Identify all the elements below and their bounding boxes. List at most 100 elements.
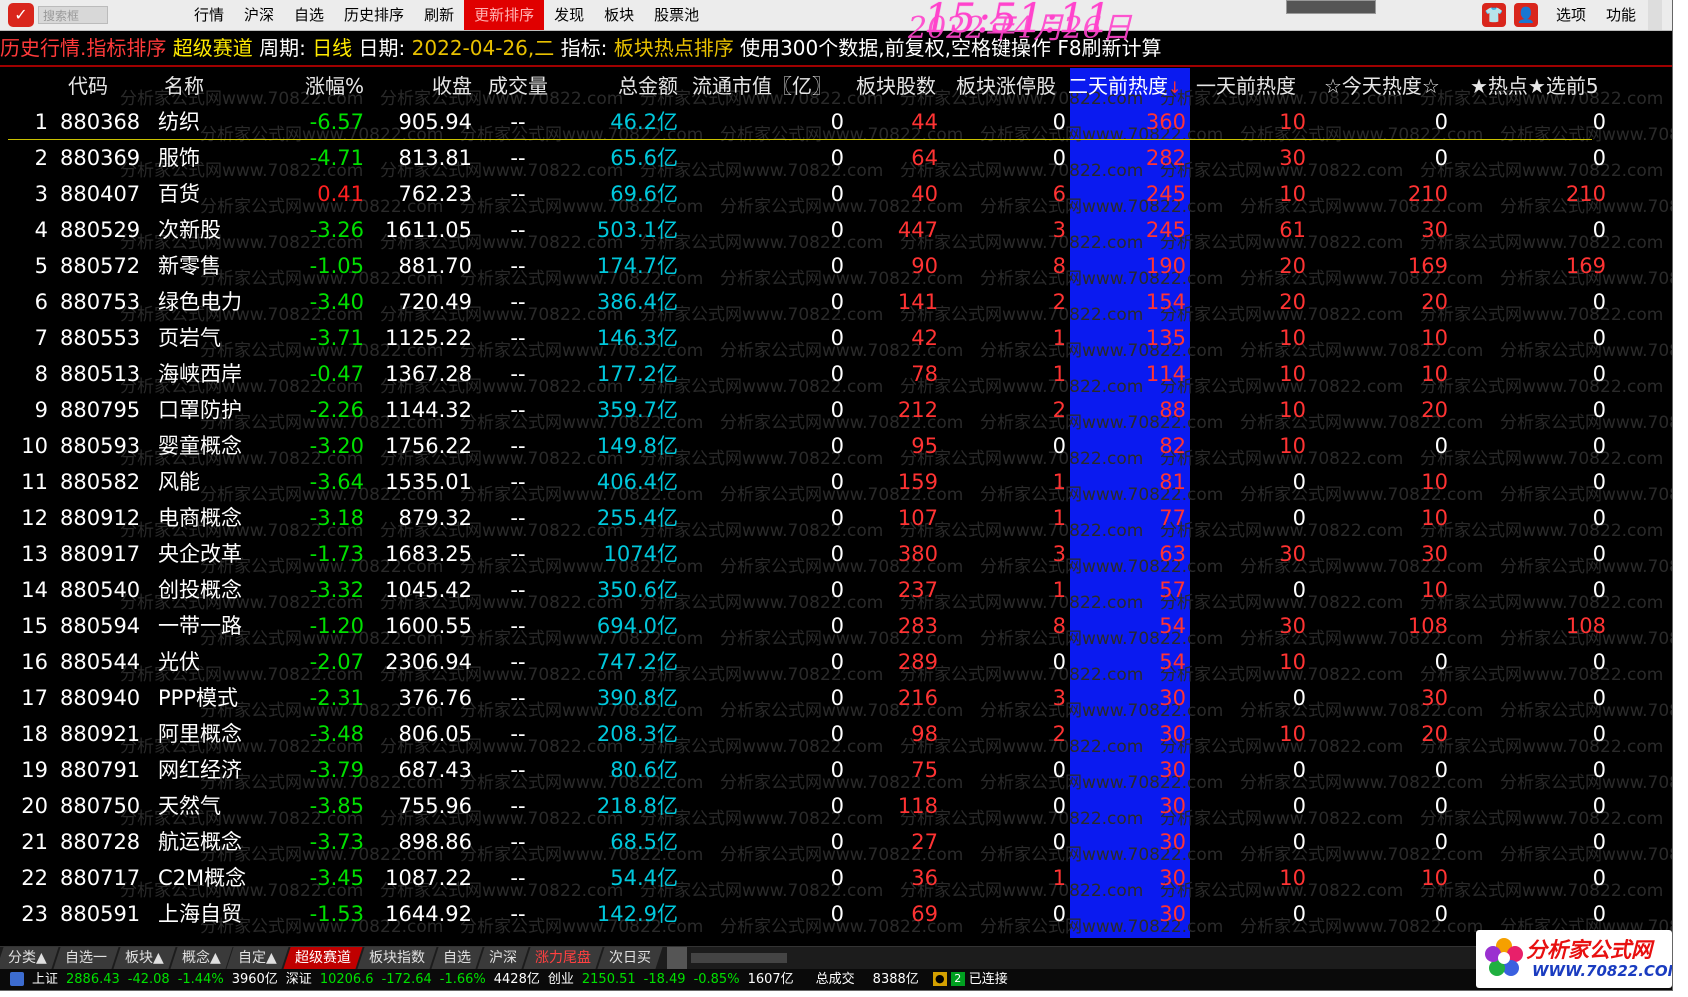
table-row[interactable]: 4 880529 次新股 -3.26 1611.05 -- 503.1亿 0 447 3 245 61… bbox=[0, 212, 1672, 248]
menu-items: 行情 沪深 自选 历史排序 刷新 更新排序 发现 板块 股票池 bbox=[184, 0, 709, 30]
table-row[interactable]: 2 880369 服饰 -4.71 813.81 -- 65.6亿 0 64 0 282 30 0 0 bbox=[0, 140, 1672, 176]
sector-code: 880791 bbox=[60, 758, 141, 782]
monitor-icon[interactable] bbox=[10, 972, 24, 986]
table-row[interactable]: 1 880368 纺织 -6.57 905.94 -- 46.2亿 0 44 0 360 10 0 0 bbox=[0, 104, 1672, 140]
menu-item[interactable]: 自选 bbox=[284, 0, 334, 30]
table-row[interactable]: 21 880728 航运概念 -3.73 898.86 -- 68.5亿 0 27 0 30 0 0 0 bbox=[0, 824, 1672, 860]
heat-2d: 30 bbox=[1159, 902, 1186, 926]
row-index: 22 bbox=[21, 866, 48, 890]
tab-9[interactable]: 涨力尾盘 bbox=[523, 947, 603, 969]
alert-icon[interactable]: ● bbox=[932, 972, 947, 986]
col-header-heat-today[interactable]: ☆今天热度☆ bbox=[1324, 68, 1454, 104]
table-row[interactable]: 5 880572 新零售 -1.05 881.70 -- 174.7亿 0 90 8 190 20 16… bbox=[0, 248, 1672, 284]
sh-percent: -1.44% bbox=[177, 972, 224, 987]
row-index: 10 bbox=[21, 434, 48, 458]
tab-5[interactable]: 超级赛道 bbox=[283, 947, 363, 969]
col-header-heat-2d[interactable]: 二天前热度↓ bbox=[1068, 68, 1190, 104]
col-header-stock-count[interactable]: 板块股数 bbox=[856, 68, 956, 104]
tab-2[interactable]: 板块▲ bbox=[113, 947, 176, 969]
table-row[interactable]: 12 880912 电商概念 -3.18 879.32 -- 255.4亿 0 107 1 77 0 1… bbox=[0, 500, 1672, 536]
table-row[interactable]: 16 880544 光伏 -2.07 2306.94 -- 747.2亿 0 289 0 54 10 0… bbox=[0, 644, 1672, 680]
col-header-code[interactable]: 代码 bbox=[68, 68, 158, 104]
close-price: 2306.94 bbox=[385, 650, 472, 674]
volume: -- bbox=[510, 182, 526, 206]
total-amount: 177.2亿 bbox=[596, 362, 678, 386]
sector-name: 绿色电力 bbox=[158, 290, 242, 314]
options-menu[interactable]: 选项 bbox=[1546, 0, 1596, 30]
stock-count: 95 bbox=[911, 434, 938, 458]
menu-item[interactable]: 股票池 bbox=[644, 0, 709, 30]
ticker-indicator[interactable] bbox=[1286, 0, 1376, 14]
tab-label: 板块▲ bbox=[124, 950, 164, 966]
tab-1[interactable]: 自选一 bbox=[53, 947, 119, 969]
tab-10[interactable]: 次日买 bbox=[597, 947, 663, 969]
table-row[interactable]: 13 880917 央企改革 -1.73 1683.25 -- 1074亿 0 380 3 63 30… bbox=[0, 536, 1672, 572]
col-header-top5[interactable]: ★热点★选前5 bbox=[1470, 68, 1620, 104]
close-price: 376.76 bbox=[398, 686, 472, 710]
volume: -- bbox=[510, 650, 526, 674]
menu-item[interactable]: 板块 bbox=[594, 0, 644, 30]
heat-2d: 154 bbox=[1145, 290, 1186, 314]
heat-today: 20 bbox=[1421, 398, 1448, 422]
top5-pick: 0 bbox=[1592, 470, 1606, 494]
float-cap: 0 bbox=[830, 614, 844, 638]
function-menu[interactable]: 功能 bbox=[1596, 0, 1646, 30]
top5-pick: 0 bbox=[1592, 830, 1606, 854]
table-row[interactable]: 9 880795 口罩防护 -2.26 1144.32 -- 359.7亿 0 212 2 88 10… bbox=[0, 392, 1672, 428]
table-row[interactable]: 3 880407 百货 0.41 762.23 -- 69.6亿 0 40 6 245 10 210 21… bbox=[0, 176, 1672, 212]
col-header-amount[interactable]: 总金额 bbox=[568, 68, 678, 104]
total-amount: 54.4亿 bbox=[610, 866, 678, 890]
table-row[interactable]: 22 880717 C2M概念 -3.45 1087.22 -- 54.4亿 0 36 1 30 10… bbox=[0, 860, 1672, 896]
row-index: 5 bbox=[34, 254, 48, 278]
tab-7[interactable]: 自选 bbox=[431, 947, 483, 969]
table-row[interactable]: 20 880750 天然气 -3.85 755.96 -- 218.8亿 0 118 0 30 0 0 0 bbox=[0, 788, 1672, 824]
tab-6[interactable]: 板块指数 bbox=[357, 947, 437, 969]
app-logo-icon[interactable]: ✓ bbox=[8, 3, 34, 27]
close-price: 881.70 bbox=[398, 254, 472, 278]
sector-name: 创投概念 bbox=[158, 578, 242, 602]
col-header-volume[interactable]: 成交量 bbox=[480, 68, 556, 104]
table-row[interactable]: 15 880594 一带一路 -1.20 1600.55 -- 694.0亿 0 283 8 54 3… bbox=[0, 608, 1672, 644]
table-row[interactable]: 14 880540 创投概念 -3.32 1045.42 -- 350.6亿 0 237 1 57 0… bbox=[0, 572, 1672, 608]
window-control[interactable] bbox=[1648, 0, 1662, 30]
col-header-heat-1d[interactable]: 一天前热度 bbox=[1196, 68, 1316, 104]
menu-item[interactable]: 沪深 bbox=[234, 0, 284, 30]
menu-item[interactable]: 行情 bbox=[184, 0, 234, 30]
col-header-limit-up[interactable]: 板块涨停股 bbox=[956, 68, 1074, 104]
table-row[interactable]: 6 880753 绿色电力 -3.40 720.49 -- 386.4亿 0 141 2 154 20… bbox=[0, 284, 1672, 320]
table-row[interactable]: 10 880593 婴童概念 -3.20 1756.22 -- 149.8亿 0 95 0 82 10… bbox=[0, 428, 1672, 464]
table-row[interactable]: 18 880921 阿里概念 -3.48 806.05 -- 208.3亿 0 98 2 30 10 2… bbox=[0, 716, 1672, 752]
tab-3[interactable]: 概念▲ bbox=[169, 947, 232, 969]
menu-item[interactable]: 历史排序 bbox=[334, 0, 414, 30]
limit-up-count: 0 bbox=[1052, 794, 1066, 818]
change-percent: -3.79 bbox=[309, 758, 364, 782]
search-input[interactable]: 搜索框 bbox=[38, 6, 108, 24]
col-header-float-cap[interactable]: 流通市值〖亿〗 bbox=[692, 68, 848, 104]
col-header-name[interactable]: 名称 bbox=[164, 68, 284, 104]
menu-item[interactable]: 更新排序 bbox=[464, 0, 545, 30]
tab-scroll-track[interactable] bbox=[691, 953, 788, 963]
heat-1d: 10 bbox=[1279, 722, 1306, 746]
col-header-change[interactable]: 涨幅% bbox=[280, 68, 364, 104]
table-row[interactable]: 17 880940 PPP模式 -2.31 376.76 -- 390.8亿 0 216 3 30 0… bbox=[0, 680, 1672, 716]
table-row[interactable]: 8 880513 海峡西岸 -0.47 1367.28 -- 177.2亿 0 78 1 114 10… bbox=[0, 356, 1672, 392]
volume: -- bbox=[510, 362, 526, 386]
col-header-close[interactable]: 收盘 bbox=[372, 68, 472, 104]
tab-8[interactable]: 沪深 bbox=[477, 947, 529, 969]
connection-status: 已连接 bbox=[968, 972, 1008, 987]
change-percent: -3.64 bbox=[309, 470, 364, 494]
table-row[interactable]: 11 880582 风能 -3.64 1535.01 -- 406.4亿 0 159 1 81 0 10… bbox=[0, 464, 1672, 500]
menu-item[interactable]: 刷新 bbox=[414, 0, 464, 30]
tab-scroll-button[interactable] bbox=[667, 947, 688, 969]
table-row[interactable]: 23 880591 上海自贸 -1.53 1644.92 -- 142.9亿 0 69 0 30 0 0… bbox=[0, 896, 1672, 932]
tab-4[interactable]: 自定▲ bbox=[226, 947, 289, 969]
user-icon[interactable]: 👤 bbox=[1513, 3, 1538, 27]
table-row[interactable]: 19 880791 网红经济 -3.79 687.43 -- 80.6亿 0 75 0 30 0 0 0 bbox=[0, 752, 1672, 788]
tab-0[interactable]: 分类▲ bbox=[0, 947, 59, 969]
shirt-icon[interactable]: 👕 bbox=[1481, 3, 1506, 27]
track-name: 超级赛道 bbox=[172, 36, 253, 60]
close-price: 762.23 bbox=[398, 182, 472, 206]
table-row[interactable]: 7 880553 页岩气 -3.71 1125.22 -- 146.3亿 0 42 1 135 10 1… bbox=[0, 320, 1672, 356]
volume: -- bbox=[510, 830, 526, 854]
menu-item[interactable]: 发现 bbox=[544, 0, 594, 30]
